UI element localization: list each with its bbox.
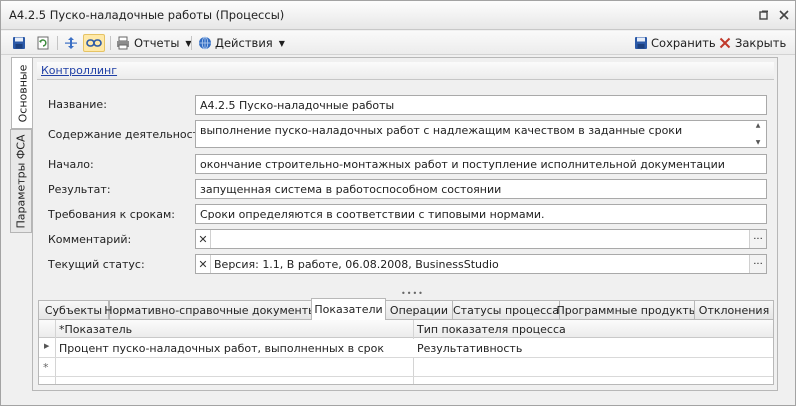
process-window: А4.2.5 Пуско-наладочные работы (Процессы… (0, 0, 796, 406)
main-panel: Контроллинг Название: А4.2.5 Пуско-налад… (32, 57, 778, 391)
indicator-type-cell[interactable]: Результативность (417, 342, 522, 355)
restore-icon[interactable] (757, 8, 771, 22)
reports-label: Отчеты (134, 36, 180, 50)
status-value: Версия: 1.1, В работе, 06.08.2008, Busin… (214, 258, 499, 271)
tab-subjects[interactable]: Субъекты (38, 300, 109, 319)
tab-main[interactable]: Основные (11, 57, 33, 129)
move-vertical-icon[interactable] (63, 35, 79, 51)
status-lookup[interactable]: ✕ Версия: 1.1, В работе, 06.08.2008, Bus… (195, 254, 767, 274)
scroll-up-icon[interactable]: ▲ (756, 122, 761, 129)
grid-header (39, 320, 773, 338)
save-icon (633, 35, 649, 51)
deadline-field[interactable]: Сроки определяются в соответствии с типо… (195, 204, 767, 224)
reports-menu-button[interactable]: Отчеты ▼ (134, 34, 192, 52)
indicators-grid: *Показатель Тип показателя процесса ▶ Пр… (38, 319, 774, 385)
tab-process-statuses[interactable]: Статусы процесса (452, 300, 560, 319)
tab-reference-docs[interactable]: Нормативно-справочные документы (104, 300, 317, 319)
result-field[interactable]: запущенная система в работоспособном сос… (195, 179, 767, 199)
refresh-document-icon[interactable] (35, 35, 51, 51)
splitter-grip[interactable]: •••• (401, 289, 424, 298)
scroll-arrows[interactable]: ▲ ▼ (751, 122, 765, 146)
name-field[interactable]: А4.2.5 Пуско-наладочные работы (195, 95, 767, 115)
link-icon[interactable] (86, 35, 102, 51)
comment-browse-button[interactable]: ··· (749, 230, 766, 248)
comment-label: Комментарий: (48, 233, 132, 246)
row-indicator-icon: ▶ (44, 342, 50, 350)
column-header-indicator-type[interactable]: Тип показателя процесса (417, 323, 566, 336)
close-icon (717, 35, 733, 51)
scroll-down-icon[interactable]: ▼ (756, 139, 761, 146)
clear-status-icon[interactable]: ✕ (196, 255, 211, 273)
actions-menu-button[interactable]: Действия ▼ (215, 34, 285, 52)
column-header-indicator[interactable]: *Показатель (59, 323, 132, 336)
actions-label: Действия (215, 36, 273, 50)
new-row-marker[interactable]: * (43, 361, 49, 374)
status-label: Текущий статус: (48, 258, 145, 271)
content-label: Содержание деятельности: (48, 128, 210, 141)
save-button[interactable]: Сохранить (651, 34, 716, 52)
printer-icon (115, 35, 131, 51)
close-button[interactable]: Закрыть (735, 34, 786, 52)
comment-lookup[interactable]: ✕ ··· (195, 229, 767, 249)
tab-operations[interactable]: Операции (385, 300, 453, 319)
deadline-label: Требования к срокам: (48, 208, 175, 221)
side-tabs: Основные Параметры ФСА (10, 57, 33, 397)
title-bar: А4.2.5 Пуско-наладочные работы (Процессы… (1, 1, 795, 30)
tab-software-products[interactable]: Программные продукты (557, 300, 698, 319)
start-label: Начало: (48, 158, 94, 171)
result-label: Результат: (48, 183, 111, 196)
window-title: А4.2.5 Пуско-наладочные работы (Процессы… (9, 8, 285, 22)
name-label: Название: (48, 98, 107, 111)
indicator-cell[interactable]: Процент пуско-наладочных работ, выполнен… (59, 342, 384, 355)
close-window-icon[interactable] (777, 8, 791, 22)
content-field[interactable]: выполнение пуско-наладочных работ с надл… (195, 120, 767, 148)
tab-indicators[interactable]: Показатели (311, 298, 386, 320)
bottom-tabs: Субъекты Нормативно-справочные документы… (38, 298, 774, 320)
actions-globe-icon (197, 35, 213, 51)
save-disk-icon[interactable] (11, 35, 27, 51)
controlling-link[interactable]: Контроллинг (41, 64, 117, 77)
tab-fsa-params[interactable]: Параметры ФСА (10, 129, 32, 233)
controlling-group: Контроллинг (37, 62, 774, 80)
content-text: выполнение пуско-наладочных работ с надл… (200, 124, 683, 137)
clear-comment-icon[interactable]: ✕ (196, 230, 211, 248)
start-field[interactable]: окончание строительно-монтажных работ и … (195, 154, 767, 174)
status-browse-button[interactable]: ··· (749, 255, 766, 273)
toolbar: Отчеты ▼ Действия ▼ Сохранить Закрыть (1, 31, 795, 55)
chevron-down-icon: ▼ (278, 38, 285, 48)
tab-deviations[interactable]: Отклонения (694, 300, 774, 319)
